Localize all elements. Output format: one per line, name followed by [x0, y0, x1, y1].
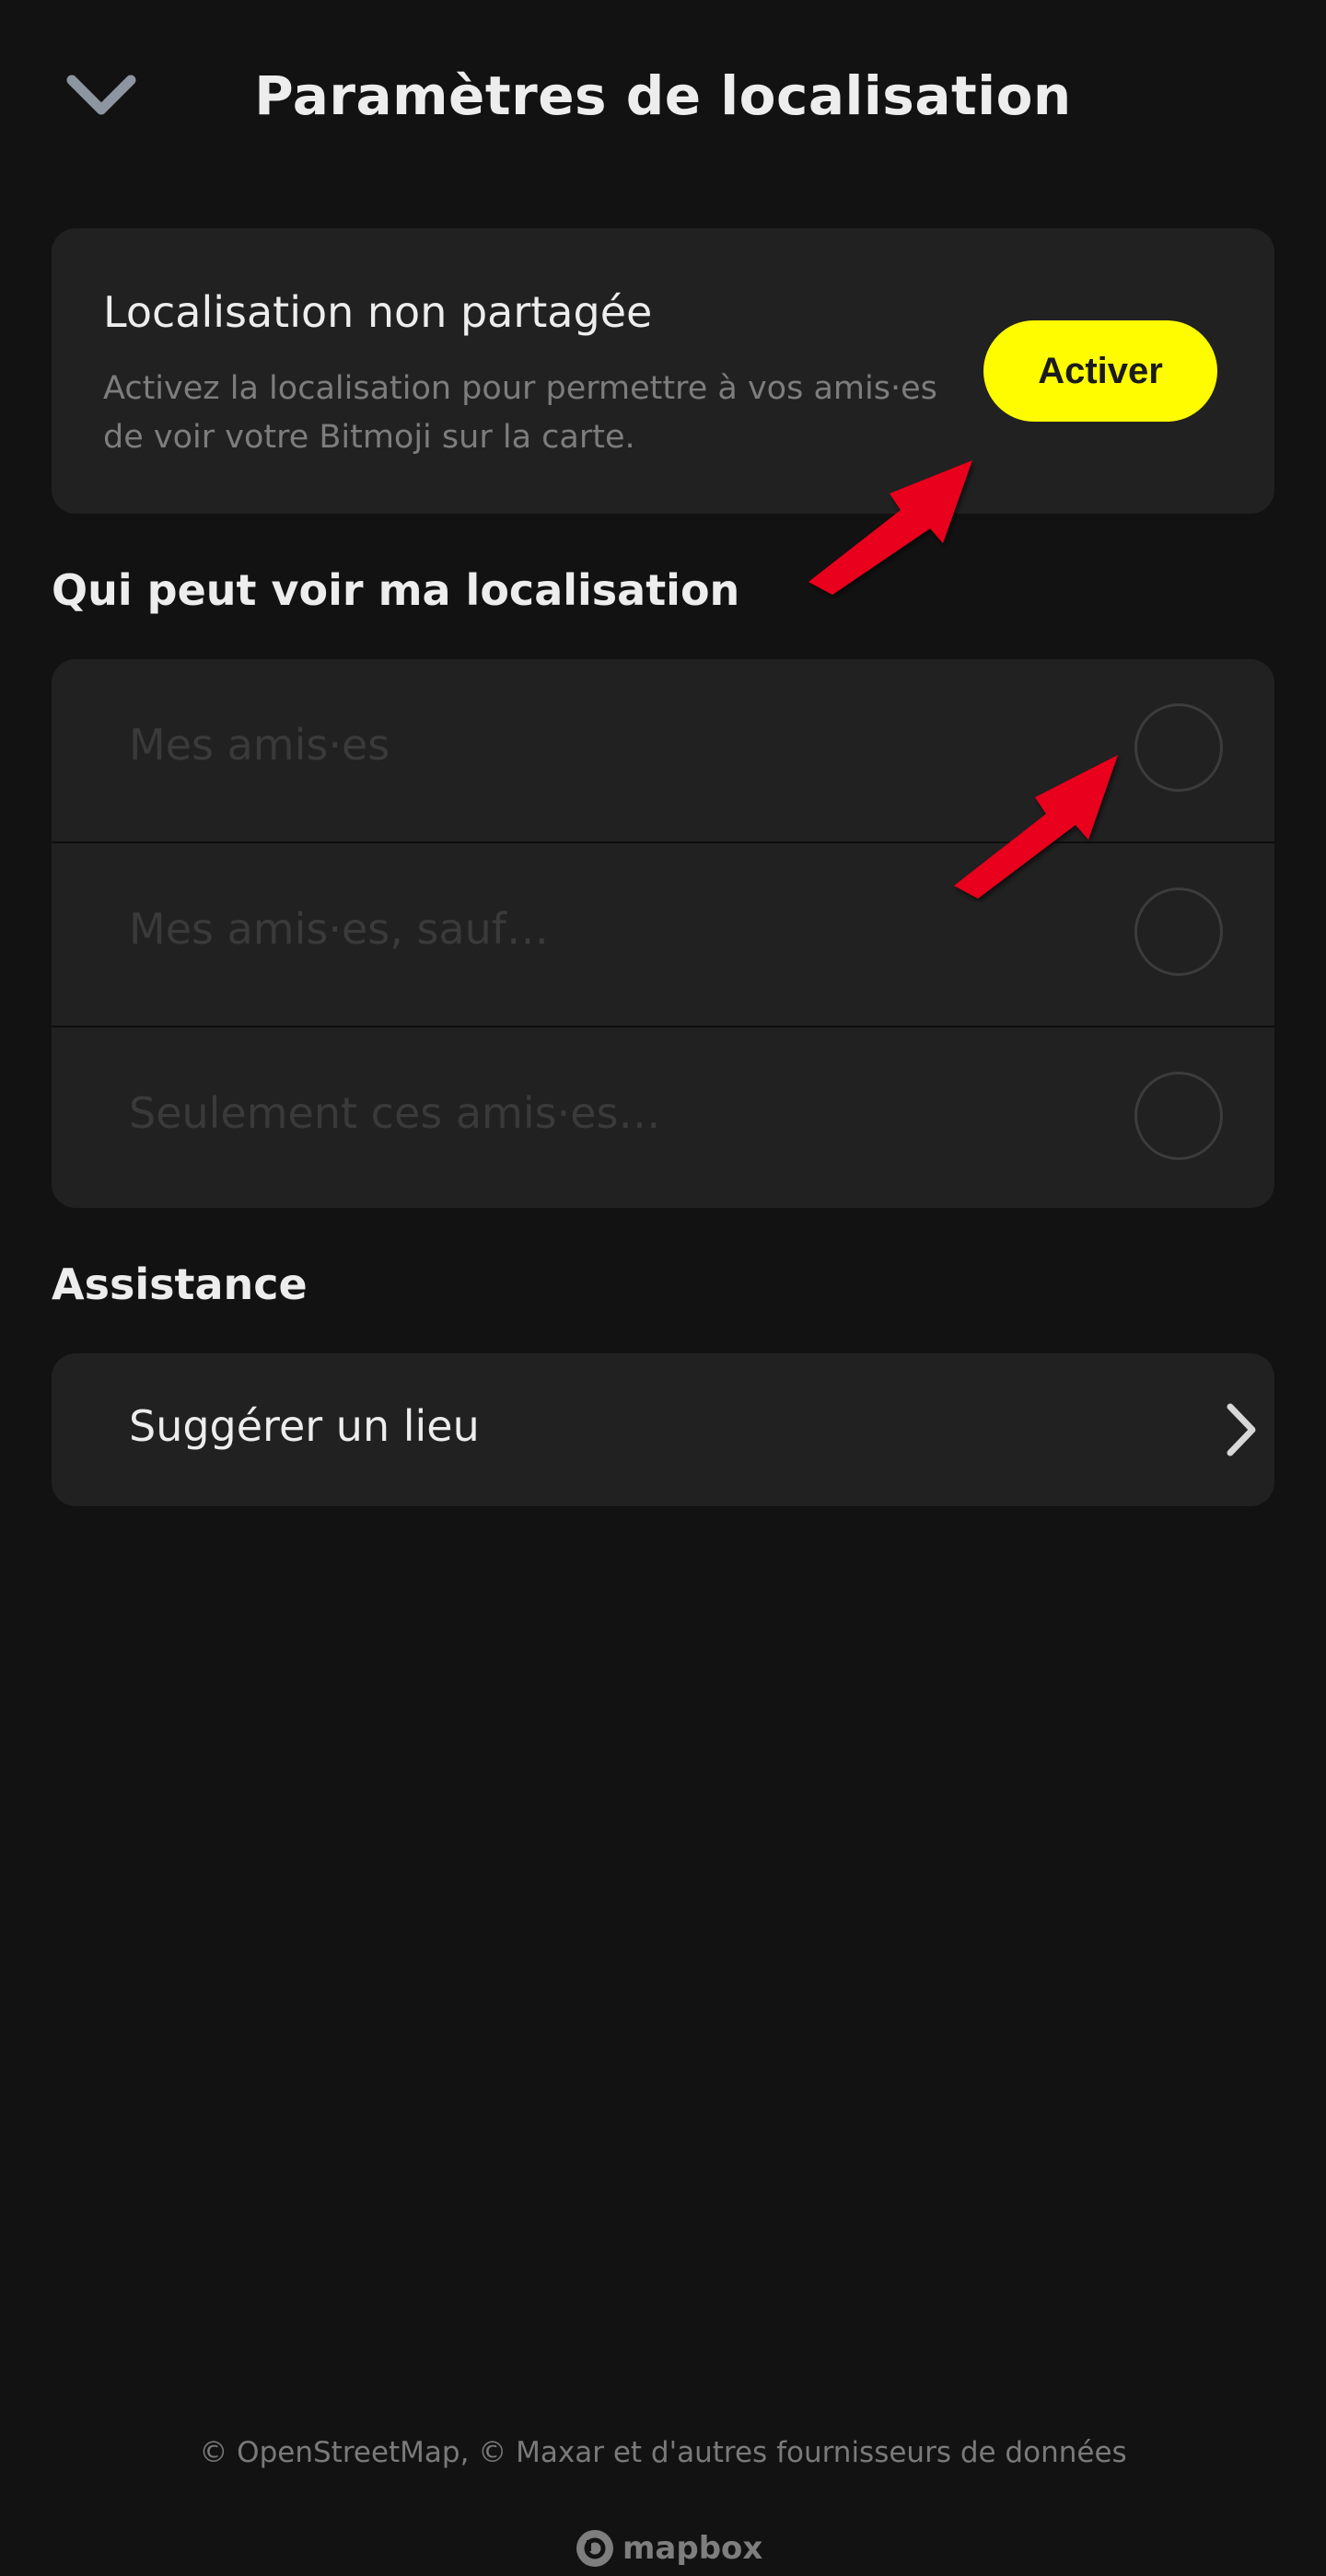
- option-only-these-friends[interactable]: Seulement ces amis·es…: [52, 1027, 1274, 1208]
- option-label: Seulement ces amis·es…: [129, 1088, 661, 1138]
- location-status-description: Activez la localisation pour permettre à…: [103, 370, 937, 456]
- chevron-right-icon: [1227, 1403, 1256, 1456]
- option-my-friends-except[interactable]: Mes amis·es, sauf…: [52, 843, 1274, 1026]
- mapbox-logo: mapbox: [575, 2526, 762, 2570]
- location-status-card: Localisation non partagée Activez la loc…: [52, 228, 1274, 514]
- option-label: Mes amis·es, sauf…: [129, 904, 549, 954]
- page-title: Paramètres de localisation: [254, 64, 1072, 127]
- map-attribution: © OpenStreetMap, © Maxar et d'autres fou…: [199, 2436, 1127, 2469]
- visibility-options-card: Mes amis·es Mes amis·es, sauf… Seulement…: [52, 659, 1274, 1208]
- suggest-place-label: Suggérer un lieu: [129, 1401, 480, 1451]
- mapbox-label: mapbox: [622, 2530, 763, 2567]
- support-section-heading: Assistance: [52, 1259, 308, 1309]
- mapbox-icon: [576, 2530, 613, 2567]
- radio-button[interactable]: [1134, 888, 1223, 976]
- radio-button[interactable]: [1134, 703, 1223, 792]
- visibility-section-heading: Qui peut voir ma localisation: [52, 565, 740, 615]
- location-status-title: Localisation non partagée: [103, 287, 653, 337]
- activate-button[interactable]: Activer: [983, 320, 1217, 422]
- suggest-place-item[interactable]: Suggérer un lieu: [52, 1353, 1274, 1506]
- option-my-friends[interactable]: Mes amis·es: [52, 659, 1274, 841]
- header: Paramètres de localisation: [0, 0, 1326, 203]
- radio-button[interactable]: [1134, 1072, 1223, 1160]
- option-label: Mes amis·es: [129, 720, 390, 770]
